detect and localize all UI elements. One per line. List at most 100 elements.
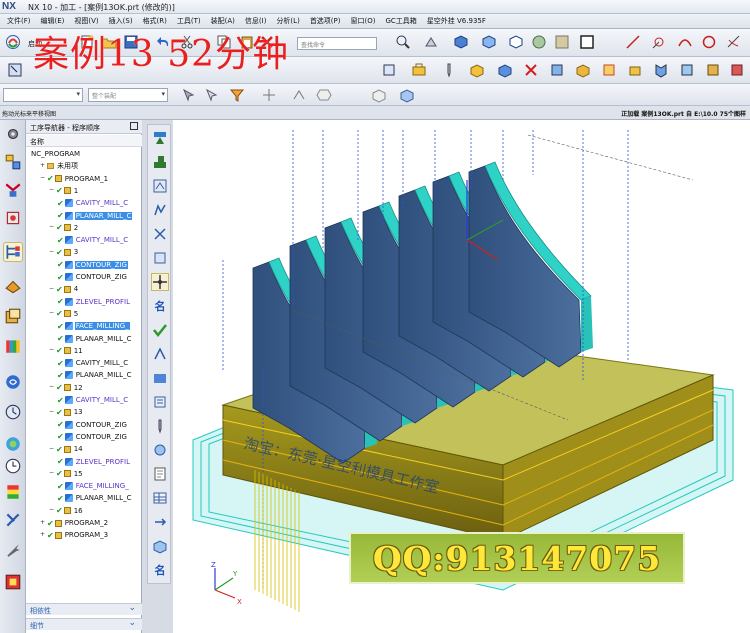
- transform-icon[interactable]: [151, 513, 169, 531]
- arc-icon[interactable]: [676, 33, 694, 51]
- operation-row[interactable]: ✔ ZLEVEL_PROFIL: [57, 296, 131, 308]
- sketch-icon[interactable]: [725, 33, 743, 51]
- menu-item-1[interactable]: 编辑(E): [36, 14, 70, 28]
- geometry-navigator-icon[interactable]: [3, 180, 23, 200]
- group-row[interactable]: − ✔ 3: [48, 246, 79, 258]
- post-process-icon[interactable]: [626, 61, 644, 79]
- object-icon[interactable]: [151, 537, 169, 555]
- hidden-edges-icon[interactable]: [507, 33, 525, 51]
- funnel-filter-icon[interactable]: [228, 86, 246, 104]
- menu-item-2[interactable]: 视图(V): [69, 14, 103, 28]
- expand-toggle-icon[interactable]: −: [48, 310, 55, 317]
- workpiece-icon[interactable]: [704, 61, 722, 79]
- move-icon[interactable]: [151, 273, 169, 291]
- assembly-navigator-icon[interactable]: [3, 306, 23, 326]
- expand-toggle-icon[interactable]: −: [48, 248, 55, 256]
- expand-toggle-icon[interactable]: −: [48, 384, 55, 391]
- shop-doc-icon[interactable]: [652, 61, 670, 79]
- wireframe-view-icon[interactable]: [480, 33, 498, 51]
- create-program-icon[interactable]: [151, 129, 169, 147]
- operation-row[interactable]: ✔ CONTOUR_ZIG: [57, 271, 128, 283]
- group-row[interactable]: − ✔ 1: [48, 185, 79, 197]
- group-row[interactable]: − ✔ 11: [48, 345, 84, 357]
- expand-toggle-icon[interactable]: −: [48, 224, 55, 231]
- group-row[interactable]: − ✔ 2: [48, 222, 79, 234]
- pick-face-icon[interactable]: [398, 86, 416, 104]
- menu-item-8[interactable]: 分析(L): [271, 14, 304, 28]
- machine-tool-icon[interactable]: [3, 276, 23, 296]
- menu-item-9[interactable]: 首选项(P): [305, 14, 346, 28]
- menu-item-7[interactable]: 信息(I): [240, 14, 272, 28]
- clock-icon[interactable]: [3, 456, 23, 476]
- expand-toggle-icon[interactable]: −: [48, 507, 55, 514]
- pick-solid-icon[interactable]: [370, 86, 388, 104]
- edit-op-icon[interactable]: [151, 249, 169, 267]
- expand-toggle-icon[interactable]: −: [48, 187, 55, 194]
- circle-icon[interactable]: [700, 33, 718, 51]
- group-row[interactable]: − ✔ 4: [48, 283, 79, 295]
- group-row[interactable]: − ✔ 13: [48, 406, 84, 418]
- expand-toggle-icon[interactable]: −: [48, 470, 55, 477]
- process-studio-icon[interactable]: [3, 434, 23, 454]
- create-operation-icon[interactable]: [522, 61, 540, 79]
- group-row[interactable]: − ✔ 14: [48, 443, 84, 455]
- operation-navigator-icon[interactable]: [3, 242, 23, 262]
- dependencies-panel-toggle[interactable]: 相依性: [26, 603, 142, 615]
- play-toolpath-icon[interactable]: [151, 345, 169, 363]
- line-icon[interactable]: [624, 33, 642, 51]
- command-finder-input[interactable]: 查找命令: [297, 37, 377, 50]
- column-header-name[interactable]: 名称: [26, 135, 142, 147]
- shop-floor-icon[interactable]: [3, 572, 23, 592]
- selection-mode-icon[interactable]: [203, 86, 221, 104]
- generate-icon[interactable]: [151, 201, 169, 219]
- menu-item-12[interactable]: 星空外挂 V6.935F: [422, 14, 491, 28]
- operation-row[interactable]: ✔ CAVITY_MILL_C: [57, 394, 129, 406]
- web-browser-icon[interactable]: [3, 372, 23, 392]
- zoom-icon[interactable]: [394, 33, 412, 51]
- output-cls-icon[interactable]: [678, 61, 696, 79]
- create-tool-icon[interactable]: [151, 153, 169, 171]
- tree-row[interactable]: + 未用项: [39, 160, 79, 172]
- simulate-icon[interactable]: [600, 61, 618, 79]
- menu-item-3[interactable]: 插入(S): [104, 14, 138, 28]
- expand-toggle-icon[interactable]: −: [48, 285, 55, 293]
- create-method-icon[interactable]: [496, 61, 514, 79]
- reuse-library-icon[interactable]: [3, 336, 23, 356]
- background-icon[interactable]: [578, 33, 596, 51]
- start-icon[interactable]: [4, 33, 22, 51]
- measure-tool-icon[interactable]: [3, 510, 23, 530]
- program-row[interactable]: + ✔ PROGRAM_3: [39, 529, 109, 541]
- operation-row[interactable]: ✔ PLANAR_MILL_C: [57, 210, 133, 222]
- operation-row[interactable]: ✔ PLANAR_MILL_C: [57, 492, 132, 504]
- select-filter-icon[interactable]: [180, 86, 198, 104]
- hex-icon[interactable]: [315, 86, 333, 104]
- expand-toggle-icon[interactable]: +: [39, 531, 46, 539]
- expand-toggle-icon[interactable]: +: [39, 519, 46, 527]
- assembly-scope-dropdown[interactable]: 整个装配: [88, 88, 168, 102]
- feeds-speeds-icon[interactable]: [151, 441, 169, 459]
- rotate-view-icon[interactable]: [422, 33, 440, 51]
- program-row[interactable]: + ✔ PROGRAM_2: [39, 517, 109, 529]
- operation-row[interactable]: ✔ FACE_MILLING_: [57, 320, 130, 332]
- menu-item-6[interactable]: 装配(A): [206, 14, 240, 28]
- select-all-icon[interactable]: [6, 61, 24, 79]
- name-label-2[interactable]: 名: [151, 561, 169, 579]
- texture-icon[interactable]: [553, 33, 571, 51]
- history-icon[interactable]: [3, 402, 23, 422]
- operation-row[interactable]: ✔ ZLEVEL_PROFIL: [57, 456, 131, 468]
- create-program-icon[interactable]: [410, 61, 428, 79]
- program-row[interactable]: − ✔ PROGRAM_1: [39, 173, 109, 185]
- expand-toggle-icon[interactable]: −: [48, 445, 55, 453]
- type-filter-dropdown[interactable]: [3, 88, 83, 102]
- expand-toggle-icon[interactable]: +: [39, 162, 46, 170]
- table-icon[interactable]: [151, 489, 169, 507]
- operation-row[interactable]: ✔ PLANAR_MILL_C: [57, 333, 132, 345]
- shaded-view-icon[interactable]: [452, 33, 470, 51]
- menu-item-10[interactable]: 窗口(O): [346, 14, 381, 28]
- color-palette-icon[interactable]: [3, 482, 23, 502]
- sphere-icon[interactable]: [530, 33, 548, 51]
- point-icon[interactable]: [650, 33, 668, 51]
- postprocess-icon[interactable]: [151, 369, 169, 387]
- group-row[interactable]: − ✔ 12: [48, 382, 84, 394]
- resource-settings-icon[interactable]: [3, 124, 23, 144]
